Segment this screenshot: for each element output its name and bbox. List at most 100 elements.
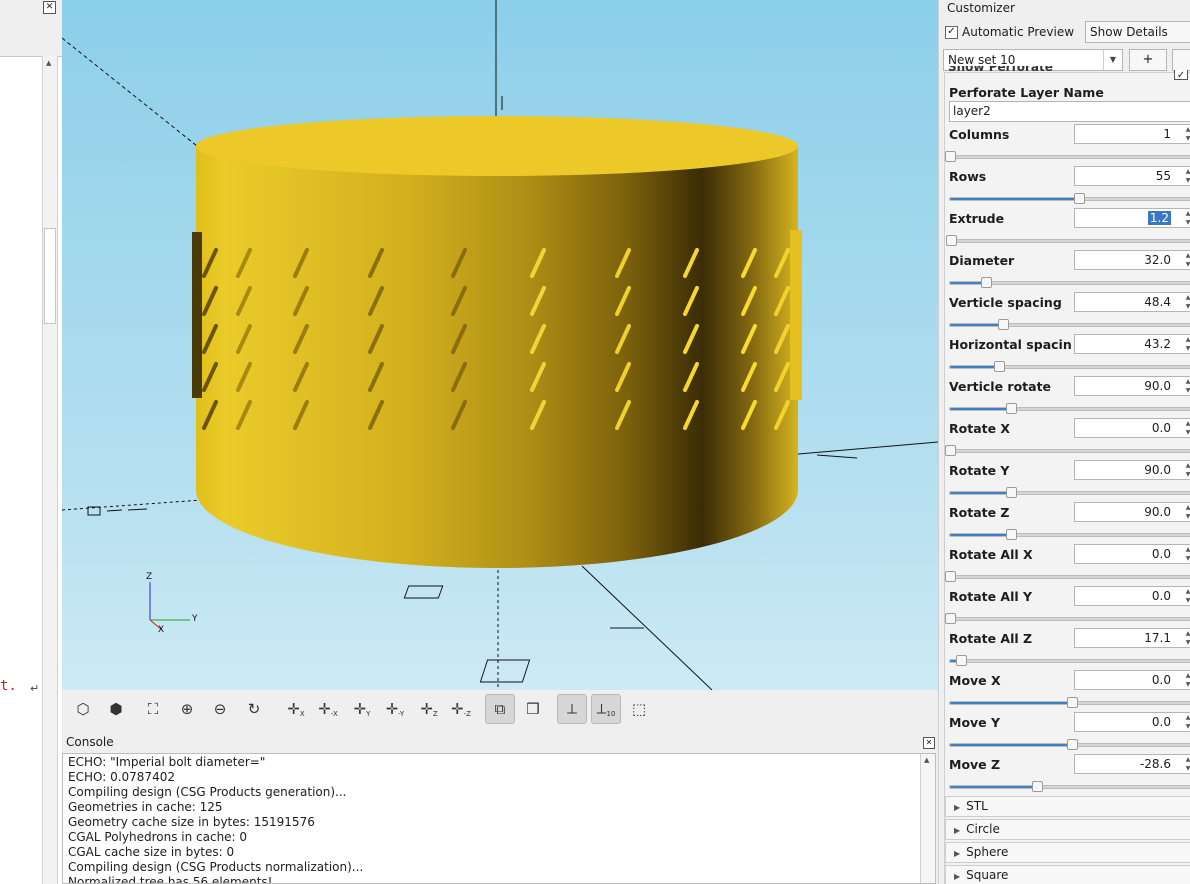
- param-slider[interactable]: [946, 235, 1190, 246]
- remove-preset-button[interactable]: [1172, 49, 1190, 71]
- editor-scroll-thumb[interactable]: [44, 228, 56, 324]
- layer-name-input[interactable]: layer2: [949, 101, 1190, 122]
- spinner-icon[interactable]: ▲ ▼: [1183, 755, 1190, 773]
- slider-handle[interactable]: [945, 571, 956, 582]
- slider-handle[interactable]: [1005, 403, 1017, 414]
- group-square[interactable]: ▶ Square: [945, 865, 1190, 884]
- param-value-input[interactable]: 55 ▲ ▼: [1074, 166, 1190, 186]
- param-value-input[interactable]: 0.0 ▲ ▼: [1074, 418, 1190, 438]
- slider-handle[interactable]: [1005, 529, 1017, 540]
- slider-handle[interactable]: [1066, 697, 1078, 708]
- show-details-dropdown[interactable]: Show Details: [1085, 21, 1190, 43]
- spinner-icon[interactable]: ▲ ▼: [1183, 167, 1190, 185]
- slider-handle[interactable]: [945, 445, 956, 456]
- preview-icon[interactable]: ⬢: [103, 696, 129, 722]
- reset-view-icon[interactable]: ↻: [241, 696, 267, 722]
- param-slider[interactable]: [945, 571, 1190, 582]
- view-back-icon[interactable]: ✛ Y: [349, 696, 375, 722]
- editor-close-icon[interactable]: ✕: [43, 1, 56, 14]
- spinner-icon[interactable]: ▲ ▼: [1183, 503, 1190, 521]
- console-close-icon[interactable]: ✕: [923, 737, 935, 749]
- spinner-icon[interactable]: ▲ ▼: [1183, 461, 1190, 479]
- slider-handle[interactable]: [1066, 739, 1078, 750]
- editor-code-fragment[interactable]: t.: [0, 678, 17, 694]
- zoom-all-icon[interactable]: ⛶: [140, 696, 166, 722]
- param-value-input[interactable]: 90.0 ▲ ▼: [1074, 376, 1190, 396]
- show-scale-markers-icon[interactable]: ⟂ 10: [591, 694, 621, 724]
- view-all-icon[interactable]: ⬡: [70, 696, 96, 722]
- spinner-icon[interactable]: ▲ ▼: [1183, 629, 1190, 647]
- spinner-icon[interactable]: ▲ ▼: [1183, 545, 1190, 563]
- group-stl[interactable]: ▶ STL: [945, 796, 1190, 817]
- param-slider[interactable]: [949, 319, 1190, 330]
- param-value-input[interactable]: 17.1 ▲ ▼: [1074, 628, 1190, 648]
- param-slider[interactable]: [949, 781, 1190, 792]
- param-slider[interactable]: [945, 613, 1190, 624]
- view-left-icon[interactable]: ✛ -X: [315, 696, 341, 722]
- show-edges-icon[interactable]: ⬚: [626, 696, 652, 722]
- zoom-in-icon[interactable]: ⊕: [174, 696, 200, 722]
- group-circle[interactable]: ▶ Circle: [945, 819, 1190, 840]
- slider-handle[interactable]: [998, 319, 1010, 330]
- spinner-icon[interactable]: ▲ ▼: [1183, 251, 1190, 269]
- param-value-input[interactable]: 1 ▲ ▼: [1074, 124, 1190, 144]
- view-bottom-icon[interactable]: ✛ -Z: [448, 696, 474, 722]
- editor-panel[interactable]: ✕ ▲ t. ↵: [0, 0, 62, 884]
- param-slider[interactable]: [949, 403, 1190, 414]
- spinner-icon[interactable]: ▲ ▼: [1183, 125, 1190, 143]
- param-value-input[interactable]: 43.2 ▲ ▼: [1074, 334, 1190, 354]
- 3d-viewport[interactable]: Z Y X: [62, 0, 938, 690]
- slider-handle[interactable]: [945, 613, 956, 624]
- param-slider[interactable]: [949, 697, 1190, 708]
- spinner-icon[interactable]: ▲ ▼: [1183, 587, 1190, 605]
- param-value-input[interactable]: 90.0 ▲ ▼: [1074, 460, 1190, 480]
- add-preset-button[interactable]: +: [1129, 49, 1167, 71]
- view-front-icon[interactable]: ✛ -Y: [382, 696, 408, 722]
- view-top-icon[interactable]: ✛ Z: [416, 696, 442, 722]
- param-slider[interactable]: [949, 277, 1190, 288]
- slider-handle[interactable]: [1031, 781, 1043, 792]
- spinner-icon[interactable]: ▲ ▼: [1183, 713, 1190, 731]
- param-slider[interactable]: [949, 361, 1190, 372]
- slider-handle[interactable]: [1073, 193, 1085, 204]
- slider-handle[interactable]: [981, 277, 993, 288]
- slider-handle[interactable]: [956, 655, 968, 666]
- spinner-icon[interactable]: ▲ ▼: [1183, 419, 1190, 437]
- param-value-input[interactable]: -28.6 ▲ ▼: [1074, 754, 1190, 774]
- param-value-input[interactable]: 0.0 ▲ ▼: [1074, 712, 1190, 732]
- zoom-out-icon[interactable]: ⊖: [207, 696, 233, 722]
- console-scroll-up-icon[interactable]: ▲: [924, 756, 929, 764]
- show-axes-icon[interactable]: ⟂: [557, 694, 587, 724]
- slider-handle[interactable]: [993, 361, 1005, 372]
- param-slider[interactable]: [949, 529, 1190, 540]
- param-value-input[interactable]: 0.0 ▲ ▼: [1074, 670, 1190, 690]
- perspective-icon[interactable]: ⧉: [485, 694, 515, 724]
- slider-handle[interactable]: [946, 235, 958, 246]
- automatic-preview-checkbox[interactable]: ✓: [945, 26, 958, 39]
- spinner-icon[interactable]: ▲ ▼: [1183, 671, 1190, 689]
- param-slider[interactable]: [949, 487, 1190, 498]
- param-value-input[interactable]: 48.4 ▲ ▼: [1074, 292, 1190, 312]
- slider-handle[interactable]: [945, 151, 956, 162]
- param-slider[interactable]: [945, 151, 1190, 162]
- scroll-up-icon[interactable]: ▲: [46, 59, 51, 67]
- param-slider[interactable]: [945, 445, 1190, 456]
- automatic-preview-label[interactable]: Automatic Preview: [962, 25, 1074, 39]
- spinner-icon[interactable]: ▲ ▼: [1183, 335, 1190, 353]
- orthogonal-icon[interactable]: ❒: [520, 696, 546, 722]
- spinner-icon[interactable]: ▲ ▼: [1183, 293, 1190, 311]
- param-value-input[interactable]: 0.0 ▲ ▼: [1074, 586, 1190, 606]
- group-sphere[interactable]: ▶ Sphere: [945, 842, 1190, 863]
- param-value-input[interactable]: 1.2 ▲ ▼: [1074, 208, 1190, 228]
- slider-handle[interactable]: [1005, 487, 1017, 498]
- console-scrollbar[interactable]: ▲: [920, 754, 935, 883]
- param-slider[interactable]: [949, 739, 1190, 750]
- spinner-icon[interactable]: ▲ ▼: [1183, 377, 1190, 395]
- param-slider[interactable]: [949, 655, 1190, 666]
- param-slider[interactable]: [949, 193, 1190, 204]
- editor-scrollbar[interactable]: ▲: [42, 56, 58, 884]
- spinner-icon[interactable]: ▲ ▼: [1183, 209, 1190, 227]
- param-value-input[interactable]: 32.0 ▲ ▼: [1074, 250, 1190, 270]
- param-value-input[interactable]: 0.0 ▲ ▼: [1074, 544, 1190, 564]
- view-right-icon[interactable]: ✛ X: [283, 696, 309, 722]
